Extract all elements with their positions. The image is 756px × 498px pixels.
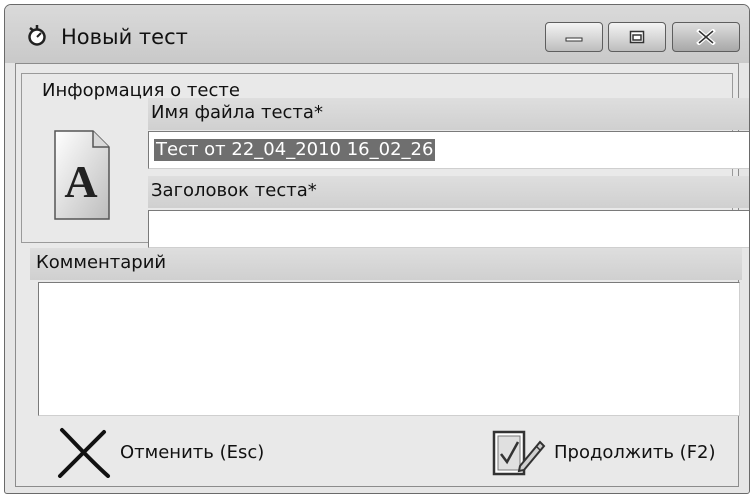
dialog-body: Информация о тесте A Имя файла теста* Те… (15, 63, 749, 487)
minimize-button[interactable] (545, 22, 603, 52)
close-icon (696, 29, 716, 45)
cross-icon (58, 428, 110, 478)
test-info-group: Информация о тесте A Имя файла теста* Те… (21, 73, 749, 248)
filename-value: Тест от 22_04_2010 16_02_26 (154, 139, 436, 161)
filename-label: Имя файла теста* (148, 98, 749, 130)
continue-button[interactable]: Продолжить (F2) (490, 426, 716, 478)
title-bar[interactable]: Новый тест (5, 5, 749, 63)
heading-label: Заголовок теста* (148, 176, 749, 208)
cancel-label: Отменить (Esc) (120, 441, 265, 463)
maximize-icon (629, 30, 645, 44)
checklist-pen-icon (492, 430, 546, 476)
app-icon (28, 25, 46, 46)
new-test-window: Новый тест Информация о тесте A Имя файл… (4, 4, 750, 494)
filename-input[interactable]: Тест от 22_04_2010 16_02_26 (148, 131, 749, 169)
comment-textarea[interactable] (38, 282, 740, 416)
doc-letter: A (64, 156, 97, 207)
comment-label: Комментарий (30, 248, 742, 280)
heading-input[interactable] (148, 210, 749, 248)
window-title: Новый тест (61, 25, 188, 49)
continue-label: Продолжить (F2) (554, 441, 716, 463)
close-button[interactable] (672, 22, 740, 52)
document-a-icon: A (54, 130, 110, 220)
cancel-button[interactable]: Отменить (Esc) (56, 426, 264, 478)
minimize-icon (565, 37, 583, 42)
maximize-button[interactable] (608, 22, 666, 52)
